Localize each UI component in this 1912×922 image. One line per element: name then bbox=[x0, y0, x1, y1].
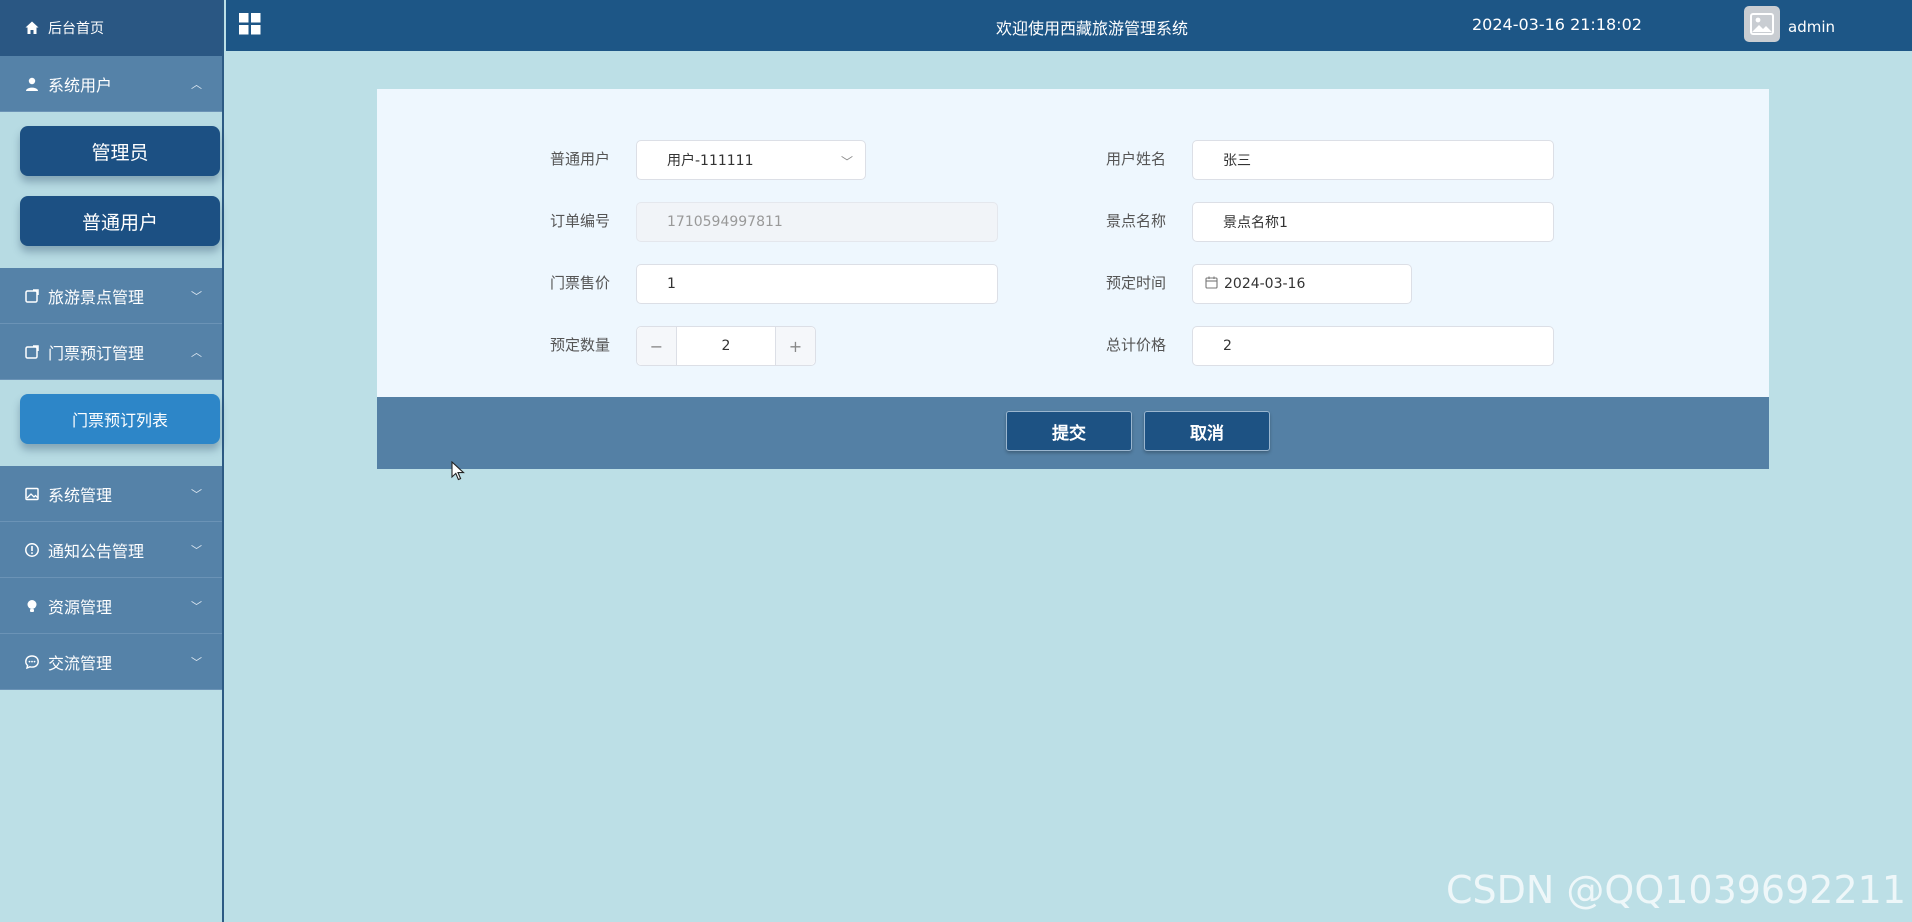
top-header: 欢迎使用西藏旅游管理系统 2024-03-16 21:18:02 admin bbox=[226, 0, 1912, 51]
order-no-value: 1710594997811 bbox=[667, 214, 783, 230]
avatar[interactable] bbox=[1744, 6, 1780, 42]
sidebar-menu-label: 资源管理 bbox=[48, 597, 113, 617]
sidebar-menu-ticket-booking[interactable]: 门票预订管理 ︿ bbox=[0, 324, 222, 380]
sidebar-menu-system-management[interactable]: 系统管理 ﹀ bbox=[0, 466, 222, 522]
form-actions: 提交 取消 bbox=[377, 397, 1769, 469]
cancel-button[interactable]: 取消 bbox=[1144, 411, 1270, 451]
image-placeholder-icon bbox=[1750, 13, 1774, 35]
order-no-field: 1710594997811 bbox=[636, 202, 998, 242]
submenu-ticket-booking: 门票预订列表 bbox=[0, 380, 222, 466]
sidebar-menu-system-users[interactable]: 系统用户 ︿ bbox=[0, 56, 222, 112]
page-title: 欢迎使用西藏旅游管理系统 bbox=[995, 19, 1188, 38]
name-field[interactable]: 张三 bbox=[1192, 140, 1554, 180]
calendar-icon bbox=[1205, 276, 1218, 293]
sidebar: 后台首页 系统用户 ︿ 管理员 普通用户 旅游景点管理 ﹀ 门票预订管理 ︿ 门… bbox=[0, 0, 224, 922]
sidebar-menu-notices[interactable]: 通知公告管理 ﹀ bbox=[0, 522, 222, 578]
quantity-label: 预定数量 bbox=[550, 336, 611, 354]
price-value: 1 bbox=[667, 276, 676, 292]
edit-icon bbox=[24, 344, 40, 360]
submit-button[interactable]: 提交 bbox=[1006, 411, 1132, 451]
spot-name-field[interactable]: 景点名称1 bbox=[1192, 202, 1554, 242]
watermark: CSDN @QQ1039692211 bbox=[1445, 868, 1906, 912]
sidebar-item-home-label: 后台首页 bbox=[48, 21, 104, 37]
chevron-down-icon: ﹀ bbox=[191, 655, 202, 669]
booking-form: 普通用户 用户-111111 ﹀ 用户姓名 张三 订单编号 1710594997… bbox=[377, 89, 1769, 397]
quantity-value[interactable]: 2 bbox=[677, 327, 775, 365]
chevron-down-icon: ﹀ bbox=[191, 543, 202, 557]
chevron-up-icon: ︿ bbox=[191, 77, 202, 91]
edit-icon bbox=[24, 288, 40, 304]
user-icon bbox=[24, 76, 40, 92]
image-icon bbox=[24, 486, 40, 502]
user-select[interactable]: 用户-111111 ﹀ bbox=[636, 140, 866, 180]
sidebar-menu-label: 系统管理 bbox=[48, 485, 113, 505]
sidebar-menu-communication[interactable]: 交流管理 ﹀ bbox=[0, 634, 222, 690]
price-field[interactable]: 1 bbox=[636, 264, 998, 304]
chevron-down-icon: ﹀ bbox=[191, 487, 202, 501]
total-label: 总计价格 bbox=[1106, 336, 1167, 354]
submenu-system-users: 管理员 普通用户 bbox=[0, 112, 222, 268]
sidebar-menu-label: 系统用户 bbox=[48, 75, 113, 95]
user-label: 普通用户 bbox=[550, 150, 611, 168]
name-field-value: 张三 bbox=[1223, 153, 1251, 169]
info-icon bbox=[24, 542, 40, 558]
sidebar-item-normal-user[interactable]: 普通用户 bbox=[20, 196, 220, 246]
current-datetime: 2024-03-16 21:18:02 bbox=[1472, 15, 1642, 34]
sidebar-menu-label: 旅游景点管理 bbox=[48, 287, 145, 307]
user-select-value: 用户-111111 bbox=[667, 153, 754, 169]
sidebar-item-admin[interactable]: 管理员 bbox=[20, 126, 220, 176]
home-icon bbox=[24, 20, 40, 36]
spot-label: 景点名称 bbox=[1106, 212, 1167, 230]
total-price-field[interactable]: 2 bbox=[1192, 326, 1554, 366]
sidebar-menu-label: 门票预订管理 bbox=[48, 343, 145, 363]
sidebar-menu-scenic-spots[interactable]: 旅游景点管理 ﹀ bbox=[0, 268, 222, 324]
date-value: 2024-03-16 bbox=[1224, 276, 1306, 292]
increment-button[interactable]: + bbox=[775, 327, 815, 365]
bulb-icon bbox=[24, 598, 40, 614]
sidebar-menu-label: 通知公告管理 bbox=[48, 541, 145, 561]
date-label: 预定时间 bbox=[1106, 274, 1167, 292]
sidebar-menu-label: 交流管理 bbox=[48, 653, 113, 673]
chevron-down-icon: ﹀ bbox=[191, 289, 202, 303]
price-label: 门票售价 bbox=[550, 274, 611, 292]
chevron-down-icon: ﹀ bbox=[840, 155, 853, 169]
total-price-value: 2 bbox=[1223, 338, 1232, 354]
quantity-stepper[interactable]: − 2 + bbox=[636, 326, 816, 366]
date-picker[interactable]: 2024-03-16 bbox=[1192, 264, 1412, 304]
chat-icon bbox=[24, 654, 40, 670]
username[interactable]: admin bbox=[1788, 18, 1835, 36]
sidebar-item-ticket-list[interactable]: 门票预订列表 bbox=[20, 394, 220, 444]
sidebar-menu-resources[interactable]: 资源管理 ﹀ bbox=[0, 578, 222, 634]
sidebar-item-home[interactable]: 后台首页 bbox=[0, 0, 222, 56]
name-label: 用户姓名 bbox=[1106, 150, 1167, 168]
spot-name-value: 景点名称1 bbox=[1223, 215, 1288, 231]
chevron-up-icon: ︿ bbox=[191, 345, 202, 359]
mouse-cursor-icon bbox=[451, 460, 465, 485]
order-no-label: 订单编号 bbox=[550, 212, 611, 230]
chevron-down-icon: ﹀ bbox=[191, 599, 202, 613]
decrement-button[interactable]: − bbox=[637, 327, 677, 365]
